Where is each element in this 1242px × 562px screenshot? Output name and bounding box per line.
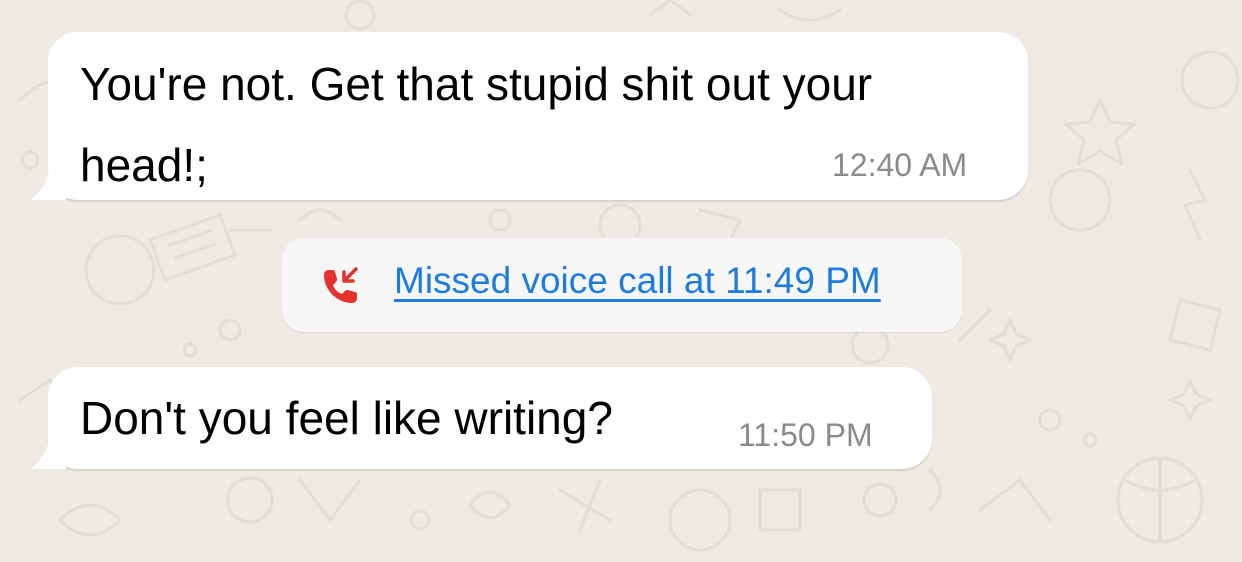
message-timestamp: 12:40 AM	[832, 147, 968, 183]
bubble-tail	[30, 429, 66, 469]
missed-call-icon	[324, 267, 358, 303]
bubble-tail	[30, 160, 66, 200]
message-timestamp: 11:50 PM	[738, 417, 873, 453]
incoming-message-bubble[interactable]: Don't you feel like writing? 11:50 PM	[30, 367, 932, 469]
incoming-message-bubble[interactable]: You're not. Get that stupid shit out you…	[30, 32, 1028, 200]
missed-call-link[interactable]: Missed voice call at 11:49 PM	[394, 260, 881, 302]
missed-call-notice[interactable]: Missed voice call at 11:49 PM	[282, 238, 962, 332]
message-text: Don't you feel like writing?	[80, 392, 613, 444]
message-text-line-1: You're not. Get that stupid shit out you…	[80, 58, 873, 110]
message-text-line-2: head!;	[80, 139, 208, 191]
